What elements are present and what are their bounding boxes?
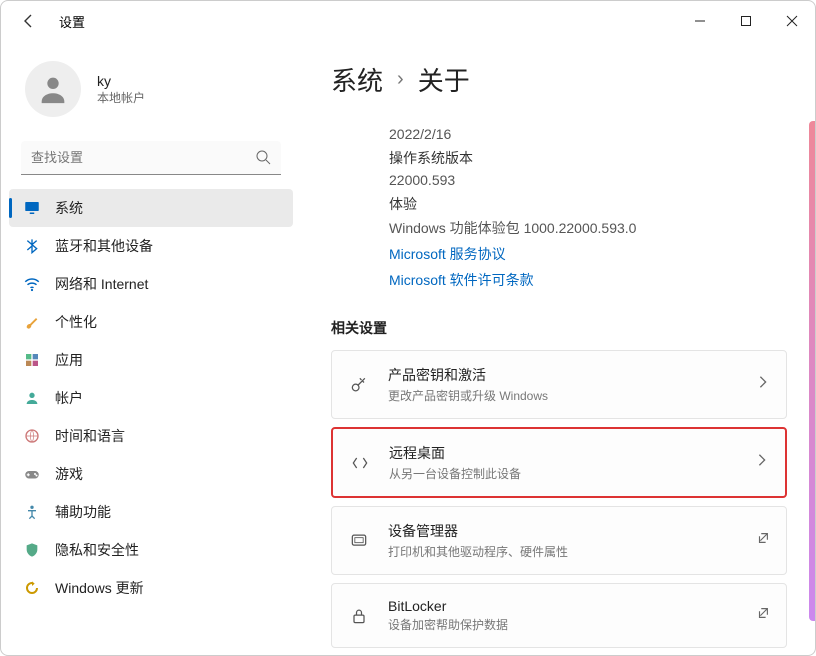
nav-label: 隐私和安全性 (55, 540, 139, 560)
nav-item-apps[interactable]: 应用 (9, 341, 293, 379)
experience-label: 体验 (389, 194, 787, 214)
profile-block[interactable]: ky 本地帐户 (1, 41, 301, 141)
nav-item-wifi[interactable]: 网络和 Internet (9, 265, 293, 303)
nav-label: 应用 (55, 350, 83, 370)
chevron-right-icon: › (397, 68, 404, 91)
nav-label: 辅助功能 (55, 502, 111, 522)
game-icon (23, 465, 41, 483)
maximize-button[interactable] (723, 1, 769, 41)
devmgr-icon (348, 530, 370, 552)
lock-icon (348, 605, 370, 627)
card-title: BitLocker (388, 598, 738, 614)
shield-icon (23, 541, 41, 559)
nav-item-shield[interactable]: 隐私和安全性 (9, 531, 293, 569)
sidebar: ky 本地帐户 系统蓝牙和其他设备网络和 Internet 个性化应用帐户时间和语… (1, 41, 301, 655)
nav-label: 个性化 (55, 312, 97, 332)
search-box[interactable] (21, 141, 281, 175)
nav-item-globe[interactable]: 时间和语言 (9, 417, 293, 455)
external-link-icon (756, 606, 770, 625)
breadcrumb: 系统 › 关于 (331, 61, 787, 98)
service-agreement-link[interactable]: Microsoft 服务协议 (389, 244, 787, 264)
decorative-edge (809, 121, 815, 621)
nav-item-update[interactable]: Windows 更新 (9, 569, 293, 607)
nav-label: 蓝牙和其他设备 (55, 236, 153, 256)
back-button[interactable] (13, 5, 45, 37)
minimize-button[interactable] (677, 1, 723, 41)
wifi-icon (23, 275, 41, 293)
search-input[interactable] (21, 141, 281, 175)
card-subtitle: 更改产品密钥或升级 Windows (388, 387, 738, 404)
external-link-icon (756, 531, 770, 550)
nav-item-game[interactable]: 游戏 (9, 455, 293, 493)
nav-item-brush[interactable]: 个性化 (9, 303, 293, 341)
card-subtitle: 设备加密帮助保护数据 (388, 616, 738, 633)
nav-item-display[interactable]: 系统 (9, 189, 293, 227)
nav-label: Windows 更新 (55, 578, 144, 598)
brush-icon (23, 313, 41, 331)
display-icon (23, 199, 41, 217)
remote-icon (349, 452, 371, 474)
card-title: 产品密钥和激活 (388, 365, 738, 385)
globe-icon (23, 427, 41, 445)
experience-value: Windows 功能体验包 1000.22000.593.0 (389, 218, 787, 238)
search-icon (255, 149, 271, 170)
key-icon (348, 374, 370, 396)
nav-label: 网络和 Internet (55, 274, 148, 294)
nav-item-bluetooth[interactable]: 蓝牙和其他设备 (9, 227, 293, 265)
nav-label: 时间和语言 (55, 426, 125, 446)
main-content: 系统 › 关于 2022/2/16 操作系统版本 22000.593 体验 Wi… (301, 41, 815, 655)
breadcrumb-leaf: 关于 (418, 61, 470, 98)
card-devmgr[interactable]: 设备管理器打印机和其他驱动程序、硬件属性 (331, 506, 787, 575)
related-cards: 产品密钥和激活更改产品密钥或升级 Windows远程桌面从另一台设备控制此设备设… (331, 350, 787, 648)
access-icon (23, 503, 41, 521)
nav-label: 帐户 (55, 388, 83, 408)
nav-label: 系统 (55, 198, 83, 218)
close-button[interactable] (769, 1, 815, 41)
apps-icon (23, 351, 41, 369)
nav-list: 系统蓝牙和其他设备网络和 Internet 个性化应用帐户时间和语言游戏辅助功能隐… (1, 189, 301, 607)
chevron-right-icon (756, 375, 770, 394)
card-title: 设备管理器 (388, 521, 738, 541)
os-version-value: 22000.593 (389, 172, 787, 188)
legal-links: Microsoft 服务协议 Microsoft 软件许可条款 (389, 244, 787, 290)
card-title: 远程桌面 (389, 443, 737, 463)
nav-item-access[interactable]: 辅助功能 (9, 493, 293, 531)
bluetooth-icon (23, 237, 41, 255)
card-subtitle: 打印机和其他驱动程序、硬件属性 (388, 543, 738, 560)
spec-block: 2022/2/16 操作系统版本 22000.593 体验 Windows 功能… (389, 126, 787, 290)
card-remote[interactable]: 远程桌面从另一台设备控制此设备 (331, 427, 787, 498)
window-title: 设置 (59, 12, 85, 31)
user-type: 本地帐户 (97, 89, 145, 106)
os-version-label: 操作系统版本 (389, 148, 787, 168)
chevron-right-icon (755, 453, 769, 472)
nav-item-person[interactable]: 帐户 (9, 379, 293, 417)
person-icon (23, 389, 41, 407)
card-subtitle: 从另一台设备控制此设备 (389, 465, 737, 482)
update-icon (23, 579, 41, 597)
related-heading: 相关设置 (331, 318, 787, 338)
nav-label: 游戏 (55, 464, 83, 484)
license-terms-link[interactable]: Microsoft 软件许可条款 (389, 270, 787, 290)
card-lock[interactable]: BitLocker 设备加密帮助保护数据 (331, 583, 787, 648)
titlebar: 设置 (1, 1, 815, 41)
breadcrumb-root[interactable]: 系统 (331, 61, 383, 98)
install-date: 2022/2/16 (389, 126, 787, 142)
avatar (25, 61, 81, 117)
card-key[interactable]: 产品密钥和激活更改产品密钥或升级 Windows (331, 350, 787, 419)
user-name: ky (97, 73, 145, 89)
